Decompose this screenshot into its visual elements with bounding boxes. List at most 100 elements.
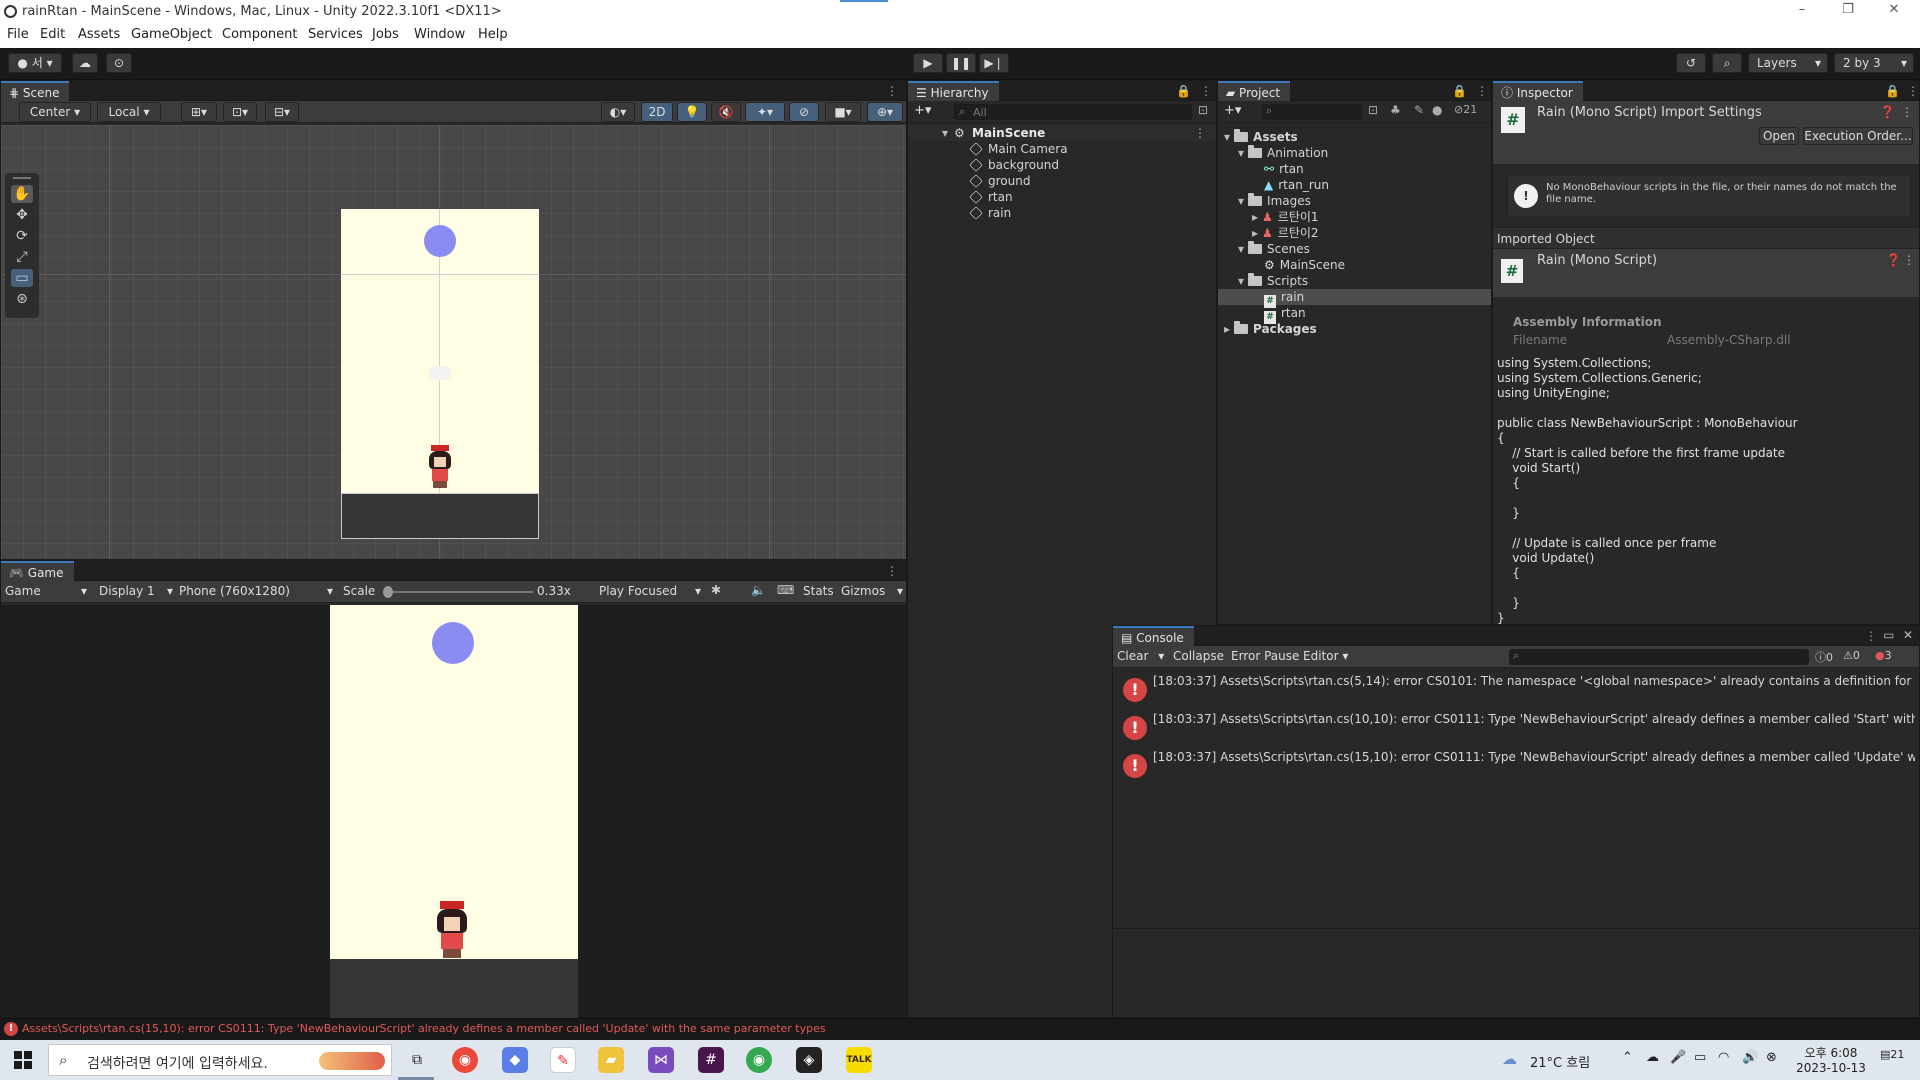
tab-console[interactable]: ▤ Console (1113, 626, 1194, 646)
more-options-icon[interactable]: ⋮ (1865, 629, 1877, 643)
tree-folder-packages[interactable]: ▸ Packages (1218, 321, 1491, 337)
unity-hub-icon[interactable]: ◈ (796, 1047, 822, 1073)
maximize-panel-icon[interactable]: ▭ (1883, 628, 1894, 642)
rect-tool-icon[interactable]: ▭ (11, 269, 33, 287)
cloud-icon[interactable]: ☁ (72, 53, 98, 73)
hierarchy-item[interactable]: background (908, 157, 1216, 173)
hidden-packages-count[interactable]: ⊘21 (1454, 103, 1477, 116)
pivot-dropdown[interactable]: Center ▾ (19, 102, 91, 122)
log-count-toggle[interactable]: ⓘ0 (1815, 649, 1833, 665)
tools-drag-handle[interactable] (13, 177, 31, 179)
more-options-icon[interactable]: ⋮ (1903, 253, 1915, 267)
scale-slider[interactable] (383, 586, 533, 598)
menu-window[interactable]: Window (414, 27, 465, 42)
camera-icon[interactable]: ■▾ (825, 102, 861, 122)
scene-rtan-sprite[interactable] (425, 445, 455, 489)
hierarchy-item[interactable]: ground (908, 173, 1216, 189)
clear-button[interactable]: Clear ▾ (1117, 649, 1164, 663)
tree-folder-images[interactable]: ▾ Images (1218, 193, 1491, 209)
create-asset-button[interactable]: +▾ (1224, 103, 1241, 118)
console-message[interactable]: ! [18:03:37] Assets\Scripts\rtan.cs(10,1… (1113, 708, 1919, 746)
help-icon[interactable]: ❓ (1880, 105, 1895, 119)
menu-assets[interactable]: Assets (78, 27, 120, 42)
menu-jobs[interactable]: Jobs (372, 27, 399, 42)
editor-dropdown[interactable]: Editor ▾ (1303, 649, 1348, 663)
more-options-icon[interactable]: ⋮ (1200, 84, 1212, 98)
scale-slider-handle[interactable] (383, 586, 393, 598)
console-message[interactable]: ! [18:03:37] Assets\Scripts\rtan.cs(15,1… (1113, 746, 1919, 784)
more-options-icon[interactable]: ⋮ (886, 564, 898, 578)
clock-date[interactable]: 2023-10-13 (1796, 1061, 1866, 1075)
wifi-icon[interactable]: ◠ (1718, 1050, 1729, 1065)
tab-hierarchy[interactable]: ☰ Hierarchy (908, 81, 999, 101)
main-camera-icon[interactable] (429, 366, 451, 380)
close-button[interactable]: ✕ (1882, 2, 1906, 17)
collab-icon[interactable]: ⊙ (106, 53, 132, 73)
tree-item[interactable]: ▲ rtan_run (1218, 177, 1491, 193)
transform-tool-icon[interactable]: ⊛ (11, 290, 33, 308)
tab-game[interactable]: 🎮 Game (1, 561, 74, 581)
increment-snap-icon[interactable]: ⊟▾ (265, 102, 299, 122)
audio-icon[interactable]: 🔇 (711, 102, 741, 122)
minimize-button[interactable]: – (1790, 2, 1814, 17)
more-options-icon[interactable]: ⋮ (1901, 105, 1913, 119)
windows-start-icon[interactable] (14, 1051, 32, 1069)
shortcuts-icon[interactable]: ⌨ (777, 583, 794, 597)
scene-visibility-icon[interactable]: ⊡ (1198, 103, 1208, 117)
tab-scene[interactable]: ⋕ Scene (1, 81, 70, 101)
tree-item[interactable]: # rtan (1218, 305, 1491, 324)
execution-order-button[interactable]: Execution Order... (1803, 127, 1913, 145)
undo-history-icon[interactable]: ↺ (1676, 53, 1706, 73)
hierarchy-item[interactable]: rtan (908, 189, 1216, 205)
status-message[interactable]: Assets\Scripts\rtan.cs(15,10): error CS0… (22, 1022, 1022, 1035)
slack-icon[interactable]: # (698, 1047, 724, 1073)
console-search-input[interactable]: ⌕ (1509, 649, 1809, 665)
tree-item[interactable]: ⚯ rtan (1218, 161, 1491, 177)
task-view-icon[interactable]: ⧉ (404, 1047, 430, 1073)
tree-item-selected[interactable]: # rain (1218, 289, 1491, 308)
tree-folder-scenes[interactable]: ▾ Scenes (1218, 241, 1491, 257)
tree-item[interactable]: ▸ ♟ 르탄이2 (1218, 225, 1491, 241)
ime-icon[interactable]: ⊗ (1766, 1050, 1777, 1065)
hierarchy-item[interactable]: Main Camera (908, 141, 1216, 157)
search-by-type-icon[interactable]: ⊡ (1368, 103, 1378, 117)
space-dropdown[interactable]: Local ▾ (97, 102, 161, 122)
lock-icon[interactable]: 🔒 (1452, 84, 1467, 98)
hierarchy-search-input[interactable]: ⌕ All (954, 104, 1192, 120)
open-button[interactable]: Open (1759, 127, 1799, 145)
menu-component[interactable]: Component (222, 27, 297, 42)
bug-icon[interactable]: ✱ (711, 583, 721, 597)
resolution-dropdown[interactable]: Phone (760x1280) ▾ (179, 584, 333, 598)
expand-arrow-icon[interactable]: ▾ (942, 125, 948, 141)
hierarchy-scene-row[interactable]: ▾ ⚙ MainScene ⋮ (908, 125, 1216, 141)
chrome-profile-icon[interactable]: ◉ (746, 1047, 772, 1073)
menu-file[interactable]: File (7, 27, 29, 42)
menu-gameobject[interactable]: GameObject (131, 27, 212, 42)
rotate-tool-icon[interactable]: ⟳ (11, 227, 33, 245)
grid-snap-icon[interactable]: ⊞▾ (181, 102, 217, 122)
info-icon[interactable]: ● (1432, 103, 1442, 117)
effects-icon[interactable]: ✦▾ (745, 102, 785, 122)
maximize-button[interactable]: ❐ (1836, 2, 1860, 17)
more-options-icon[interactable]: ⋮ (1194, 125, 1206, 141)
scale-tool-icon[interactable]: ⤢ (11, 248, 33, 266)
microphone-icon[interactable]: 🎤 (1670, 1050, 1686, 1065)
hand-tool-icon[interactable]: ✋ (11, 185, 33, 203)
display-dropdown[interactable]: Display 1 ▾ (99, 584, 173, 598)
onedrive-icon[interactable]: ☁ (1646, 1050, 1659, 1065)
mute-audio-icon[interactable]: 🔈 (751, 583, 766, 597)
menu-edit[interactable]: Edit (40, 27, 65, 42)
weather-text[interactable]: 21°C 흐림 (1530, 1052, 1590, 1071)
drawing-app-icon[interactable]: ✎ (550, 1047, 576, 1073)
play-mode-dropdown[interactable]: Play Focused ▾ (599, 584, 701, 598)
error-pause-button[interactable]: Error Pause (1231, 649, 1299, 663)
lock-icon[interactable]: 🔒 (1176, 84, 1191, 98)
menu-services[interactable]: Services (308, 27, 363, 42)
gizmos-dropdown[interactable]: Gizmos ▾ (841, 584, 903, 598)
play-button[interactable]: ▶ (913, 53, 943, 73)
help-icon[interactable]: ❓ (1886, 253, 1901, 267)
menu-help[interactable]: Help (478, 27, 508, 42)
collapse-button[interactable]: Collapse (1173, 649, 1224, 663)
game-viewport[interactable] (1, 605, 906, 1018)
file-explorer-icon[interactable]: ▰ (598, 1047, 624, 1073)
